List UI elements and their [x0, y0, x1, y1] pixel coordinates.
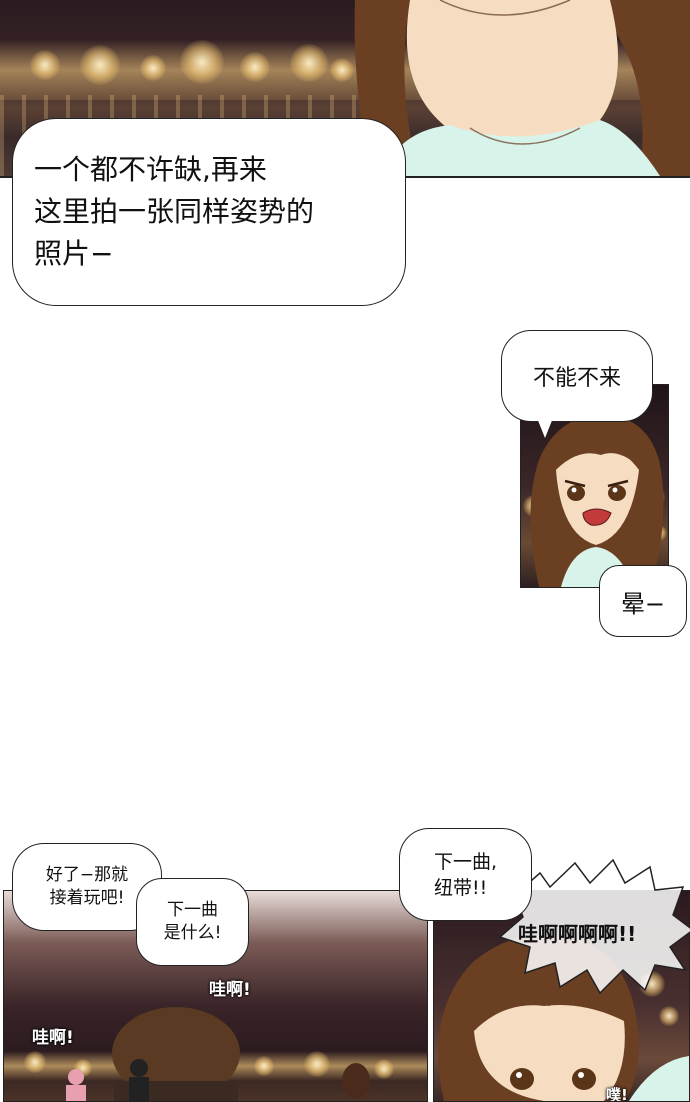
- top-speech-bubble: 一个都不许缺,再来 这里拍一张同样姿势的 照片−: [12, 118, 406, 306]
- middle-speech-bubble: 不能不来: [501, 330, 653, 422]
- bottom-right-bubble-text: 下一曲, 纽带!!: [433, 850, 498, 899]
- small-bubble-text: 晕−: [620, 589, 666, 618]
- bottom-right-bubble: 下一曲, 纽带!!: [399, 828, 532, 921]
- shout-bubble-text: 哇啊啊啊啊!!: [518, 922, 637, 946]
- bottom-left-bubble-1-text: 好了−那就 接着玩吧!: [45, 865, 129, 908]
- bottom-left-bubble-2: 下一曲 是什么!: [136, 878, 249, 966]
- middle-bubble-text: 不能不来: [532, 366, 621, 391]
- sfx-puff: 噗!: [606, 1086, 628, 1102]
- sfx-wah-2: 哇啊!: [32, 1028, 74, 1048]
- bottom-left-bubble-2-text: 下一曲 是什么!: [163, 900, 222, 943]
- small-speech-bubble: 晕−: [599, 565, 687, 637]
- middle-bubble-tail: [537, 418, 553, 438]
- sfx-wah-1: 哇啊!: [209, 980, 251, 1000]
- top-bubble-text: 一个都不许缺,再来 这里拍一张同样姿势的 照片−: [34, 153, 315, 270]
